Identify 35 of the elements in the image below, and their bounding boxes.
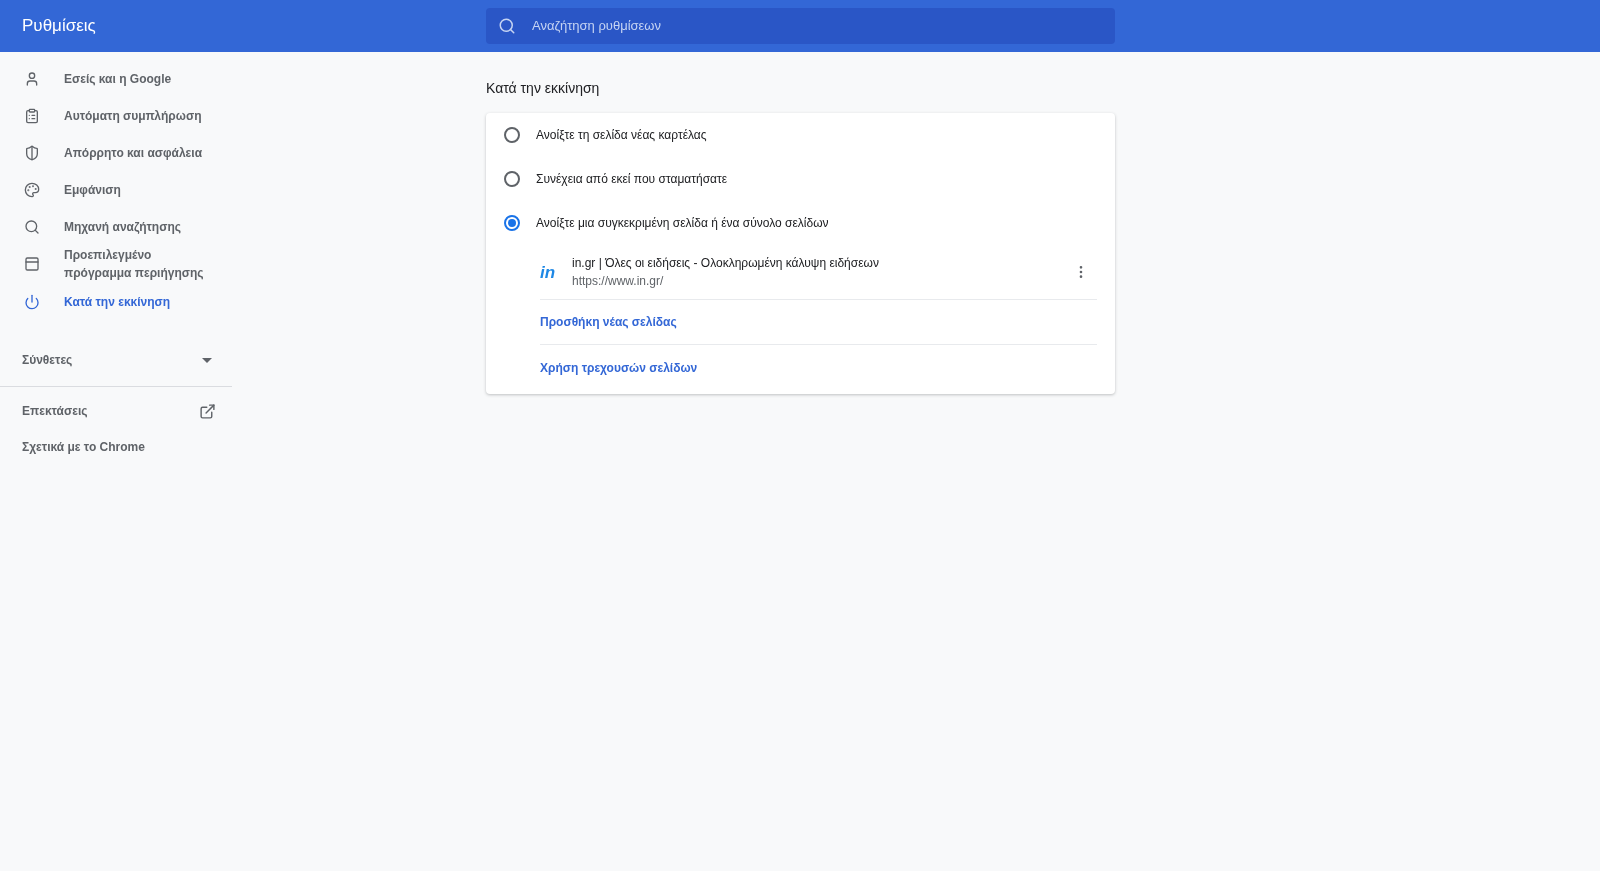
search-bar[interactable]: Αναζήτηση ρυθμίσεων [486,8,1115,44]
text-link[interactable]: Χρήση τρεχουσών σελίδων [540,358,698,377]
radio-button[interactable] [504,215,520,231]
shield-icon [24,144,40,161]
radio-option[interactable]: Ανοίξτε μια συγκεκριμένη σελίδα ή ένα σύνολο σελίδων [486,201,1115,245]
palette-icon [24,181,40,198]
radio-button[interactable] [504,127,520,143]
advanced-toggle[interactable]: Σύνθετες [0,342,232,378]
sidebar-item[interactable]: Απόρρητο και ασφάλεια [0,134,232,171]
sidebar-item[interactable]: Εμφάνιση [0,171,232,208]
sidebar-item[interactable]: Προεπιλεγμένο πρόγραμμα περιήγησης [0,245,232,283]
radio-option[interactable]: Συνέχεια από εκεί που σταματήσατε [486,157,1115,201]
page-url: https://www.in.gr/ [572,273,665,290]
sidebar-item[interactable]: Κατά την εκκίνηση [0,283,232,320]
site-favicon: in [540,263,557,281]
radio-button[interactable] [504,171,520,187]
search-icon [498,17,516,35]
text-link[interactable]: Προσθήκη νέας σελίδας [540,313,677,331]
search-field[interactable]: Αναζήτηση ρυθμίσεων [532,16,1103,36]
sidebar-item[interactable]: Εσείς και η Google [0,60,232,97]
caret-icon [202,357,212,363]
browser-window-icon [24,256,40,272]
sidebar-item[interactable]: Αυτόματη συμπλήρωση [0,97,232,134]
power-icon [24,293,40,310]
search-icon [24,218,40,235]
sidebar-item[interactable]: Μηχανή αναζήτησης [0,208,232,245]
extensions-link[interactable]: Επεκτάσεις [0,393,232,429]
clipboard-icon [24,107,40,124]
external-link-icon [199,402,216,420]
person-icon [24,70,40,87]
page-title-text: in.gr | Όλες οι ειδήσεις - Ολοκληρωμένη κάλυψη ειδήσεων [572,255,880,272]
about-link[interactable]: Σχετικά με το Chrome [0,429,232,465]
radio-option[interactable]: Ανοίξτε τη σελίδα νέας καρτέλας [486,113,1115,157]
section-title: Κατά την εκκίνηση [486,79,601,98]
page-title: Ρυθμίσεις [22,16,96,36]
